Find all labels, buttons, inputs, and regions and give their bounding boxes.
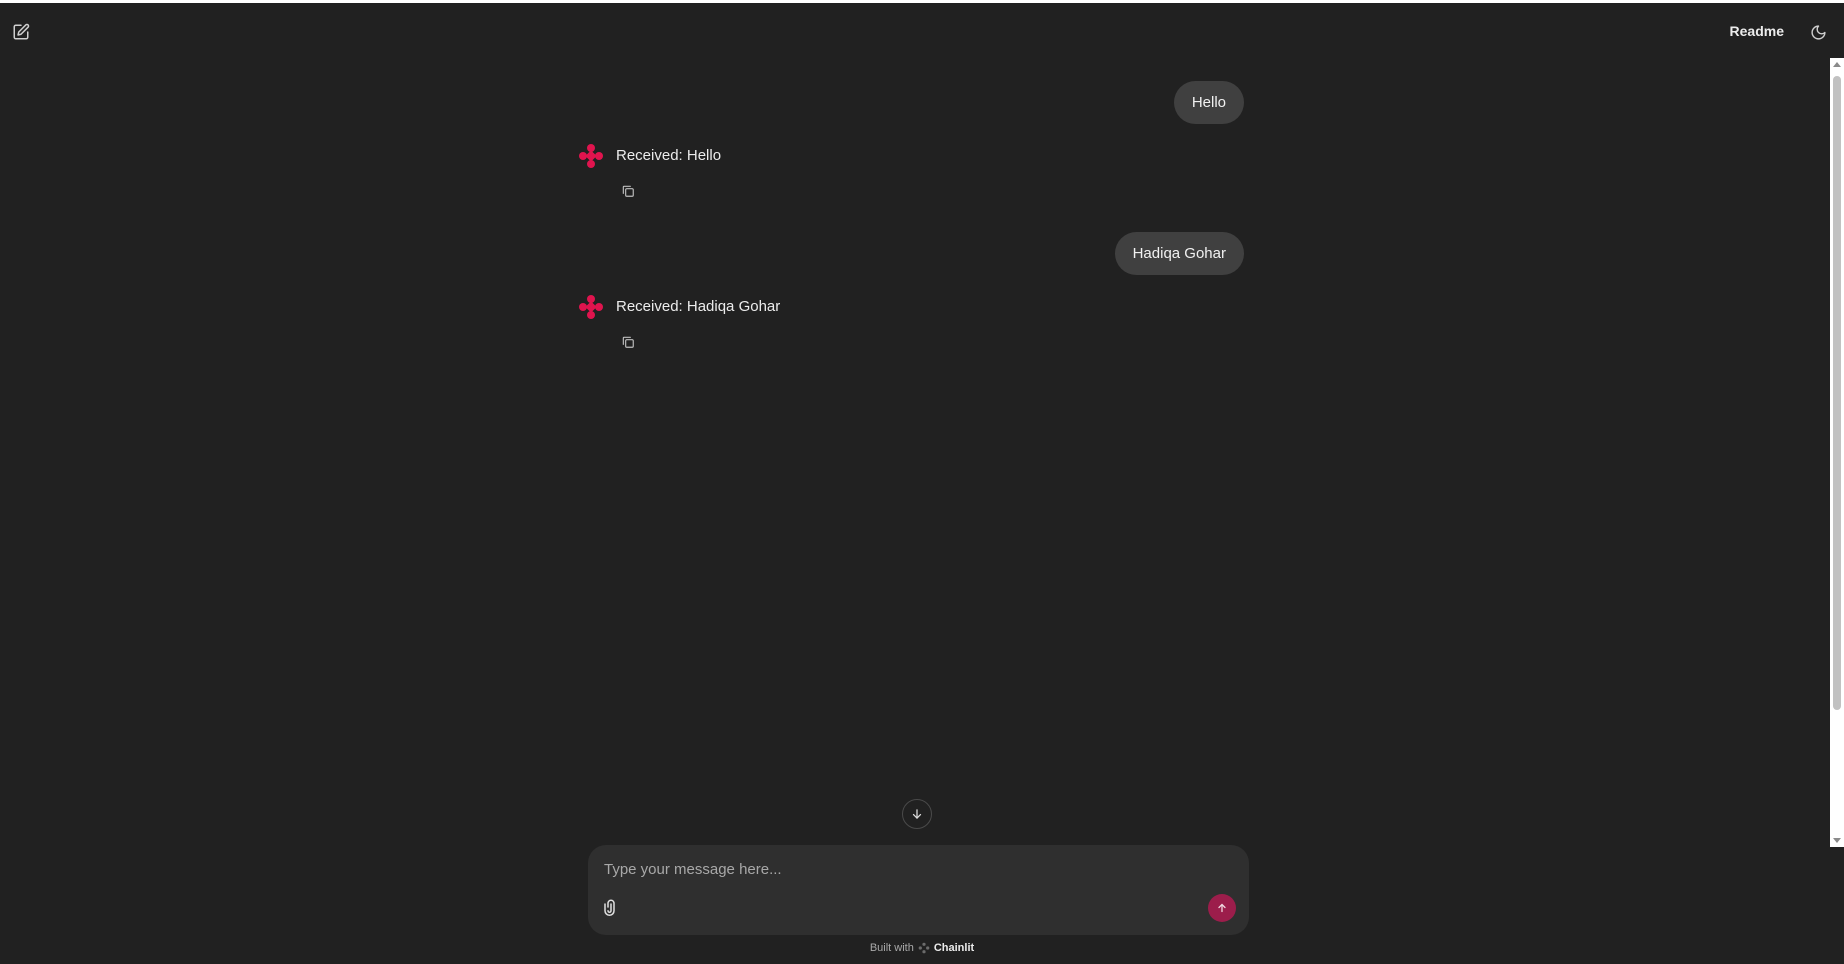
scrollbar-thumb[interactable] xyxy=(1833,76,1841,710)
new-chat-button[interactable] xyxy=(8,19,34,45)
arrow-down-icon xyxy=(912,809,922,819)
scroll-to-bottom-button[interactable] xyxy=(902,799,932,829)
readme-button[interactable]: Readme xyxy=(1730,23,1784,39)
attach-file-button[interactable] xyxy=(600,896,622,918)
copy-icon xyxy=(622,336,634,348)
chainlit-avatar-icon xyxy=(579,144,603,168)
user-message: Hello xyxy=(1173,81,1244,124)
scroll-up-arrow[interactable] xyxy=(1833,62,1841,67)
footer: Built with Chainlit xyxy=(0,942,1844,954)
header: Readme xyxy=(0,3,1844,59)
assistant-message: Received: Hello xyxy=(578,143,978,203)
theme-toggle-button[interactable] xyxy=(1806,20,1830,44)
chainlit-brand-link[interactable]: Chainlit xyxy=(934,942,974,954)
scroll-down-arrow[interactable] xyxy=(1833,838,1841,843)
user-message: Hadiqa Gohar xyxy=(1114,232,1244,275)
assistant-message: Received: Hadiqa Gohar xyxy=(578,294,978,354)
copy-button[interactable] xyxy=(618,332,638,352)
edit-icon xyxy=(13,23,30,40)
copy-button[interactable] xyxy=(618,181,638,201)
assistant-message-text: Received: Hello xyxy=(616,147,722,164)
moon-icon xyxy=(1810,24,1826,40)
assistant-message-text: Received: Hadiqa Gohar xyxy=(616,298,781,315)
message-input[interactable] xyxy=(602,855,1226,883)
copy-icon xyxy=(622,185,634,197)
chat-app: Readme Hello Received: Hello Hadiqa Goha… xyxy=(0,3,1844,964)
built-with-label: Built with xyxy=(869,942,914,954)
message-composer xyxy=(588,845,1249,935)
scrollbar[interactable] xyxy=(1830,58,1844,847)
chainlit-logo-icon xyxy=(918,942,930,954)
chainlit-avatar-icon xyxy=(579,295,603,319)
paperclip-icon xyxy=(604,899,615,916)
arrow-up-icon xyxy=(1218,903,1226,913)
send-button[interactable] xyxy=(1208,894,1236,922)
